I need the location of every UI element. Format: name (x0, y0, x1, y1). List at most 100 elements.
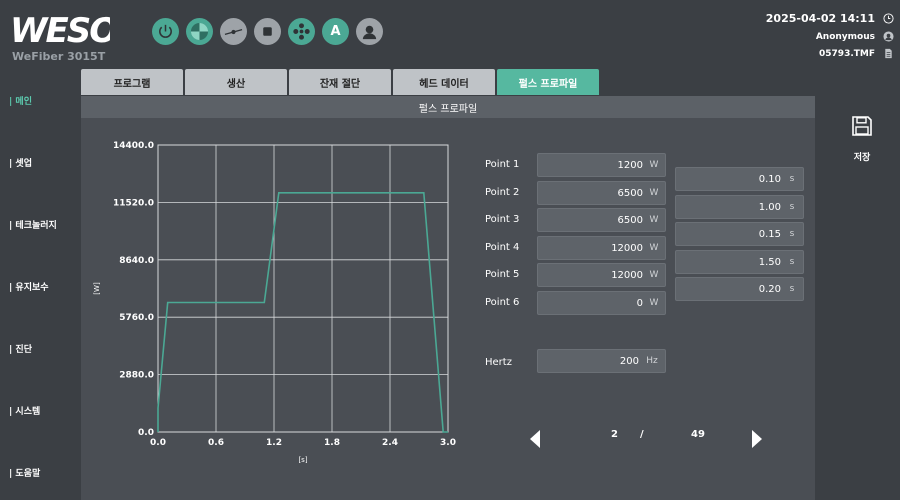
quarter-pie-icon (190, 22, 209, 41)
current-user: Anonymous (815, 31, 875, 42)
duration-2-field[interactable]: 1.00 s (675, 195, 804, 219)
duration-1-field[interactable]: 0.10 s (675, 167, 804, 191)
tab-program[interactable]: 프로그램 (81, 69, 183, 95)
x-axis-label: [s] (298, 456, 307, 464)
power-unit: W (649, 215, 659, 225)
y-tick-label: 2880.0 (119, 371, 154, 381)
power-unit: W (649, 188, 659, 198)
point-6-power: 0 (636, 297, 643, 309)
nav-main[interactable]: | 메인 (9, 94, 32, 107)
y-tick-label: 5760.0 (119, 313, 154, 323)
x-tick-label: 2.4 (382, 438, 398, 448)
point-5-power-field[interactable]: 12000 W (537, 263, 666, 287)
save-label: 저장 (853, 153, 871, 163)
power-button[interactable] (152, 18, 179, 45)
point-6-label: Point 6 (485, 297, 520, 308)
point-5-power: 12000 (611, 269, 643, 281)
point-4-label: Point 4 (485, 242, 520, 253)
duration-unit: s (789, 257, 795, 267)
tab-bar: 프로그램 생산 잔재 절단 헤드 데이터 펄스 프로파일 (81, 69, 599, 95)
point-2-label: Point 2 (485, 187, 520, 198)
pulse-profile-panel: 펄스 프로파일 0.0 0.6 1.2 1.8 2.4 3.0 0.0 2880.0 5760.… (81, 96, 815, 500)
y-tick-label: 14400.0 (113, 141, 154, 151)
point-3-power: 6500 (617, 214, 643, 226)
nav-maintenance[interactable]: | 유지보수 (9, 280, 49, 293)
x-tick-label: 0.6 (208, 438, 224, 448)
duration-4: 1.50 (758, 256, 781, 268)
save-button[interactable]: 저장 (842, 114, 882, 163)
point-4-power-field[interactable]: 12000 W (537, 236, 666, 260)
y-tick-label: 8640.0 (119, 256, 154, 266)
nav-system[interactable]: | 시스템 (9, 404, 40, 417)
next-page-arrow-icon[interactable] (752, 430, 762, 448)
point-5-label: Point 5 (485, 269, 520, 280)
cut-line-button[interactable] (220, 18, 247, 45)
point-4-power: 12000 (611, 242, 643, 254)
duration-unit: s (789, 174, 795, 184)
x-tick-label: 3.0 (440, 438, 456, 448)
auto-mode-button[interactable]: A (322, 18, 349, 45)
point-3-label: Point 3 (485, 214, 520, 225)
tab-production[interactable]: 생산 (185, 69, 287, 95)
cutter-line-icon (224, 28, 243, 35)
datetime: 2025-04-02 14:11 (765, 11, 875, 25)
point-2-power: 6500 (617, 187, 643, 199)
duration-unit: s (789, 202, 795, 212)
power-icon (159, 24, 172, 38)
duration-3: 0.15 (758, 228, 781, 240)
x-tick-label: 0.0 (150, 438, 166, 448)
stop-icon (263, 27, 272, 36)
duration-5-field[interactable]: 0.20 s (675, 277, 804, 301)
duration-1: 0.10 (758, 173, 781, 185)
point-1-label: Point 1 (485, 159, 520, 170)
nav-help[interactable]: | 도움말 (9, 466, 40, 479)
point-6-power-field[interactable]: 0W (537, 291, 666, 315)
user-icon (362, 25, 377, 40)
stop-button[interactable] (254, 18, 281, 45)
quarter-view-button[interactable] (186, 18, 213, 45)
x-tick-label: 1.8 (324, 438, 340, 448)
clock-icon (883, 12, 894, 24)
power-unit: W (649, 298, 659, 308)
point-2-power-field[interactable]: 6500 W (537, 181, 666, 205)
duration-3-field[interactable]: 0.15 s (675, 222, 804, 246)
duration-unit: s (789, 229, 795, 239)
hertz-label: Hertz (485, 357, 512, 368)
floppy-disk-icon (852, 116, 872, 136)
tab-pulse-profile[interactable]: 펄스 프로파일 (497, 69, 599, 95)
current-file: 05793.TMF (819, 48, 875, 59)
duration-5: 0.20 (758, 283, 781, 295)
prev-page-arrow-icon[interactable] (530, 430, 540, 448)
tab-head-data[interactable]: 헤드 데이터 (393, 69, 495, 95)
tab-remnant-cut[interactable]: 잔재 절단 (289, 69, 391, 95)
hertz-unit: Hz (646, 356, 658, 366)
power-unit: W (649, 243, 659, 253)
toolbar: A (152, 18, 383, 45)
weso-logo: WESO (10, 11, 110, 50)
user-small-icon (883, 31, 894, 42)
nav-diagnostics[interactable]: | 진단 (9, 342, 32, 355)
user-button[interactable] (356, 18, 383, 45)
machine-model: WeFiber 3015T (12, 50, 106, 63)
nav-technology[interactable]: | 테크놀러지 (9, 218, 57, 231)
y-tick-label: 11520.0 (113, 198, 154, 208)
auto-icon: A (330, 24, 341, 39)
duration-2: 1.00 (758, 201, 781, 213)
y-tick-label: 0.0 (138, 428, 154, 438)
point-1-power-field[interactable]: 1200 W (537, 153, 666, 177)
fan-button[interactable] (288, 18, 315, 45)
duration-4-field[interactable]: 1.50 s (675, 250, 804, 274)
power-unit: W (649, 160, 659, 170)
status-area: 2025-04-02 14:11 Anonymous 05793.TMF (766, 8, 894, 62)
point-3-power-field[interactable]: 6500 W (537, 208, 666, 232)
file-icon (885, 48, 892, 59)
svg-text:WESO: WESO (10, 11, 110, 50)
page-total: 49 (691, 429, 705, 440)
hertz-field[interactable]: 200 Hz (537, 349, 666, 373)
duration-unit: s (789, 284, 795, 294)
fan-icon (293, 23, 310, 40)
nav-setup[interactable]: | 셋업 (9, 156, 32, 169)
x-tick-label: 1.2 (266, 438, 282, 448)
page-separator: / (640, 429, 644, 440)
power-unit: W (649, 270, 659, 280)
